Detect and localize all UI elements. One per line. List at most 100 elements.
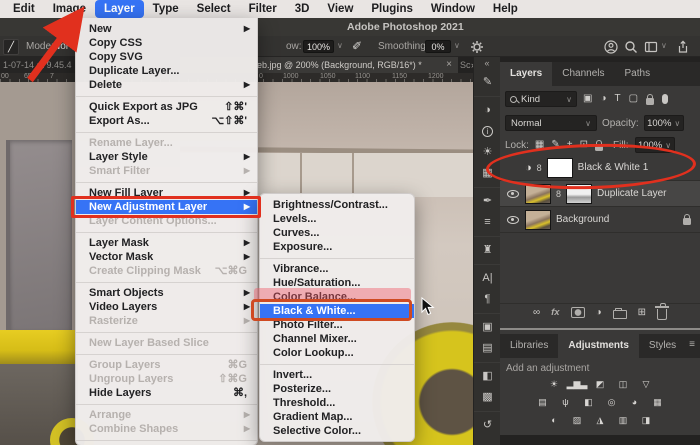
layer-mask-thumbnail[interactable] [546, 157, 573, 178]
layer-row-duplicate-layer[interactable]: 8 Duplicate Layer [500, 181, 700, 207]
menu-item-export-as[interactable]: Export As... ⌥⇧⌘' [76, 114, 257, 128]
menubar-item-3d[interactable]: 3D [286, 0, 319, 18]
menu-item-layer-style[interactable]: Layer Style ▶ [76, 150, 257, 164]
adjustments-panel-icon[interactable]: ☀ [474, 142, 501, 163]
paragraph-panel-icon[interactable]: ¶ [474, 289, 501, 310]
opacity-field[interactable]: 100% ∨ [643, 115, 684, 131]
tab-adjustments[interactable]: Adjustments [558, 334, 639, 358]
photo-filter-adjustment-icon[interactable]: ◎ [604, 395, 620, 409]
layer-effects-icon[interactable]: fx [551, 307, 559, 318]
visibility-toggle[interactable] [505, 189, 520, 198]
brightness-contrast-adjustment-icon[interactable]: ☀ [546, 377, 562, 391]
character-panel-icon[interactable]: A| [474, 268, 501, 289]
channel-mixer-adjustment-icon[interactable]: ◕ [627, 395, 643, 409]
add-layer-mask-icon[interactable] [570, 307, 585, 318]
brush-settings-panel-icon[interactable]: ✒ [474, 191, 501, 212]
menubar-item-layer[interactable]: Layer [94, 0, 144, 18]
menu-item-delete[interactable]: Delete ▶ [76, 78, 257, 92]
menu-item-new-fill-layer[interactable]: New Fill Layer ▶ [76, 186, 257, 200]
menu-item-duplicate-layer[interactable]: Duplicate Layer... [76, 64, 257, 78]
history-brush-panel-icon[interactable]: ✎ [474, 72, 501, 93]
tab-channels[interactable]: Channels [552, 62, 614, 86]
airbrush-icon[interactable]: ✐ [352, 39, 362, 53]
menu-item-hide-layers[interactable]: Hide Layers ⌘, [76, 386, 257, 400]
tab-layers[interactable]: Layers [500, 62, 553, 86]
menu-item-exposure[interactable]: Exposure... [260, 240, 414, 254]
menu-item-quick-export-as-jpg[interactable]: Quick Export as JPG ⇧⌘' [76, 100, 257, 114]
lock-image-pixels-icon[interactable]: ✎ [551, 140, 559, 150]
layer-thumbnail[interactable] [525, 209, 551, 230]
menu-item-curves[interactable]: Curves... [260, 226, 414, 240]
brush-tool-preset-icon[interactable]: ╱ [3, 38, 19, 55]
color-lookup-adjustment-icon[interactable]: ▦ [650, 395, 666, 409]
filter-pixel-layers-icon[interactable]: ▣ [583, 94, 592, 104]
dock-collapse-icon[interactable]: « [474, 57, 500, 69]
blend-mode-select[interactable]: Normal ∨ [505, 115, 597, 131]
menubar-item-window[interactable]: Window [422, 0, 484, 18]
menubar-item-view[interactable]: View [318, 0, 362, 18]
menu-item-posterize[interactable]: Posterize... [260, 382, 414, 396]
vibrance-adjustment-icon[interactable]: ▽ [638, 377, 654, 391]
black-white-adjustment-icon[interactable]: ◧ [581, 395, 597, 409]
notes-panel-icon[interactable]: ▤ [474, 338, 501, 359]
menu-item-levels[interactable]: Levels... [260, 212, 414, 226]
share-icon[interactable] [676, 40, 690, 54]
color-balance-adjustment-icon[interactable]: ψ [558, 395, 574, 409]
new-adjustment-layer-icon[interactable]: ◑ [596, 307, 602, 318]
gradients-panel-icon[interactable]: ◧ [474, 366, 501, 387]
mask-link-icon[interactable]: 8 [537, 163, 542, 173]
flow-chevron-icon[interactable]: ∨ [337, 41, 343, 50]
menu-item-color-balance[interactable]: Color Balance... [260, 290, 414, 304]
patterns-panel-icon[interactable]: ▩ [474, 387, 501, 408]
brushes-panel-icon[interactable]: ≡ [474, 212, 501, 233]
mode-value[interactable]: Nor [53, 41, 69, 52]
tab-paths[interactable]: Paths [615, 62, 661, 86]
lock-position-icon[interactable]: + [567, 140, 573, 150]
info-panel-icon[interactable]: i [474, 121, 501, 142]
menubar-item-help[interactable]: Help [484, 0, 527, 18]
menu-item-vibrance[interactable]: Vibrance... [260, 262, 414, 276]
layer-name[interactable]: Background [556, 214, 609, 225]
new-group-icon[interactable] [612, 307, 627, 319]
fill-field[interactable]: 100% ∨ [634, 137, 675, 153]
mask-link-icon[interactable]: 8 [556, 189, 561, 199]
search-icon[interactable] [624, 40, 638, 54]
menubar-item-select[interactable]: Select [188, 0, 240, 18]
filter-toggle-pin[interactable] [662, 94, 669, 104]
tab-libraries[interactable]: Libraries [500, 334, 558, 358]
settings-gear-icon[interactable] [470, 40, 484, 54]
smoothing-field[interactable]: 0% [425, 40, 451, 53]
filter-smart-objects-icon[interactable] [646, 93, 655, 105]
layer-thumbnail[interactable] [525, 183, 551, 204]
new-layer-icon[interactable]: ⊞ [638, 307, 646, 318]
menu-item-photo-filter[interactable]: Photo Filter... [260, 318, 414, 332]
menubar-item-image[interactable]: Image [44, 0, 95, 18]
delete-layer-icon[interactable] [655, 303, 670, 320]
color-panel-icon[interactable]: ◑ [474, 100, 501, 121]
levels-adjustment-icon[interactable]: ▂▆▃ [567, 377, 588, 391]
swatches-panel-icon[interactable]: ▦ [474, 163, 501, 184]
curves-adjustment-icon[interactable]: ◩ [592, 377, 608, 391]
exposure-adjustment-icon[interactable]: ◫ [615, 377, 631, 391]
lock-transparent-pixels-icon[interactable]: ▦ [535, 140, 544, 150]
clone-source-panel-icon[interactable]: ♜ [474, 240, 501, 261]
menu-item-brightness-contrast[interactable]: Brightness/Contrast... [260, 198, 414, 212]
lock-artboard-icon[interactable]: ⊡ [580, 140, 588, 150]
menu-item-video-layers[interactable]: Video Layers ▶ [76, 300, 257, 314]
document-tab-more[interactable]: Sc [460, 57, 471, 73]
selective-color-adjustment-icon[interactable]: ◨ [638, 413, 654, 427]
filter-type-layers-icon[interactable]: T [615, 94, 621, 104]
menu-item-hue-saturation[interactable]: Hue/Saturation... [260, 276, 414, 290]
menu-item-invert[interactable]: Invert... [260, 368, 414, 382]
tab-close-icon[interactable]: × [446, 57, 452, 73]
menu-item-smart-objects[interactable]: Smart Objects ▶ [76, 286, 257, 300]
menu-item-new-adjustment-layer[interactable]: New Adjustment Layer ▶ [76, 200, 257, 214]
menu-item-channel-mixer[interactable]: Channel Mixer... [260, 332, 414, 346]
workspace-chevron-icon[interactable]: ∨ [661, 41, 667, 50]
menubar-item-plugins[interactable]: Plugins [362, 0, 422, 18]
workspace-switcher-icon[interactable] [644, 40, 658, 54]
tab-styles[interactable]: Styles [639, 334, 686, 358]
layer-mask-thumbnail[interactable] [566, 183, 593, 204]
filter-adjustment-layers-icon[interactable]: ◑ [600, 94, 606, 104]
posterize-adjustment-icon[interactable]: ▨ [569, 413, 585, 427]
